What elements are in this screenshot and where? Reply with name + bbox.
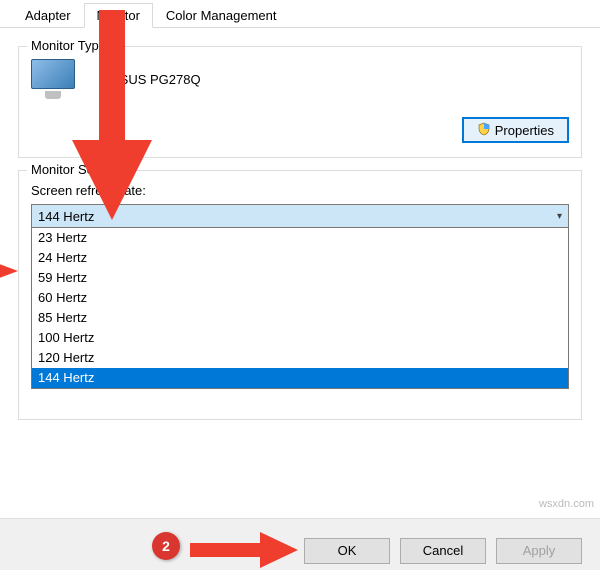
uac-shield-icon [477, 122, 491, 139]
refresh-rate-option[interactable]: 120 Hertz [32, 348, 568, 368]
refresh-rate-option[interactable]: 144 Hertz [32, 368, 568, 388]
cancel-button[interactable]: Cancel [400, 538, 486, 564]
refresh-rate-option[interactable]: 100 Hertz [32, 328, 568, 348]
properties-button-label: Properties [495, 123, 554, 138]
chevron-down-icon: ▾ [557, 211, 562, 222]
annotation-badge-2: 2 [152, 532, 180, 560]
tab-color-management[interactable]: Color Management [153, 3, 290, 28]
refresh-rate-option[interactable]: 60 Hertz [32, 288, 568, 308]
refresh-rate-option[interactable]: 85 Hertz [32, 308, 568, 328]
refresh-rate-option[interactable]: 23 Hertz [32, 228, 568, 248]
refresh-rate-option[interactable]: 59 Hertz [32, 268, 568, 288]
properties-button[interactable]: Properties [462, 117, 569, 143]
ok-button[interactable]: OK [304, 538, 390, 564]
refresh-rate-option[interactable]: 24 Hertz [32, 248, 568, 268]
dialog-button-row: OK Cancel Apply [0, 518, 600, 570]
annotation-arrow-right-small [0, 258, 20, 284]
apply-button[interactable]: Apply [496, 538, 582, 564]
annotation-arrow-down [62, 0, 152, 230]
watermark: wsxdn.com [539, 498, 594, 510]
annotation-arrow-right-ok [190, 530, 300, 570]
refresh-rate-list[interactable]: 23 Hertz24 Hertz59 Hertz60 Hertz85 Hertz… [31, 227, 569, 389]
